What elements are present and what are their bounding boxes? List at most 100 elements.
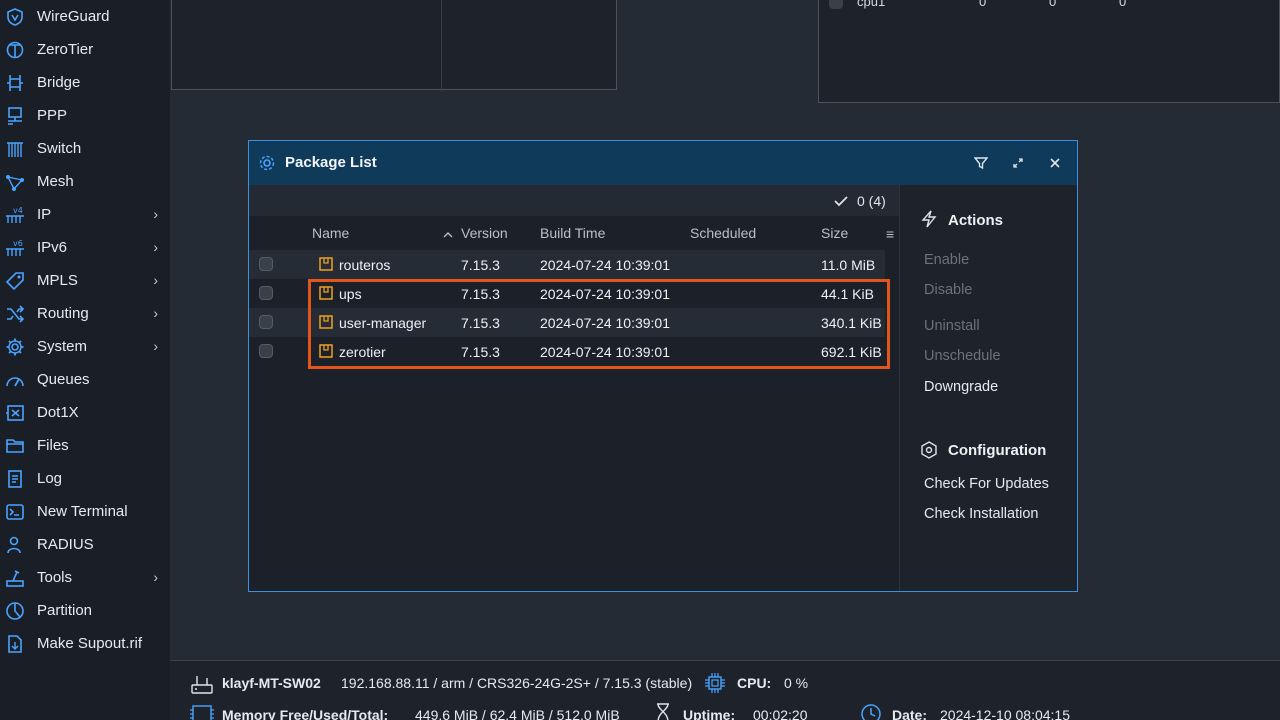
panel-divider [441, 0, 442, 91]
enable-button[interactable]: Enable [924, 252, 969, 268]
dot1x-icon [4, 402, 26, 424]
sidebar-item-files[interactable]: Files [0, 429, 170, 462]
sidebar-item-dot1x[interactable]: Dot1X [0, 396, 170, 429]
sidebar-item-partition[interactable]: Partition [0, 594, 170, 627]
filter-icon[interactable] [971, 153, 991, 173]
sidebar-item-label: Log [37, 470, 63, 487]
sidebar-item-tools[interactable]: Tools › [0, 561, 170, 594]
close-icon[interactable] [1045, 153, 1065, 173]
row-checkbox[interactable] [259, 257, 273, 271]
cpu-label: CPU: [737, 675, 772, 691]
sidebar-item-zerotier[interactable]: ZeroTier [0, 33, 170, 66]
downgrade-button[interactable]: Downgrade [924, 379, 998, 395]
sidebar-item-ppp[interactable]: PPP [0, 99, 170, 132]
sidebar-item-log[interactable]: Log [0, 462, 170, 495]
chevron-right-icon: › [153, 569, 158, 585]
table-row[interactable]: user-manager 7.15.3 2024-07-24 10:39:01 … [249, 308, 885, 337]
sidebar-item-mesh[interactable]: Mesh [0, 165, 170, 198]
dialog-title: Package List [285, 154, 377, 171]
table-row[interactable]: ups 7.15.3 2024-07-24 10:39:01 44.1 KiB [249, 279, 885, 308]
sidebar-item-new-terminal[interactable]: New Terminal [0, 495, 170, 528]
svg-text:v4: v4 [13, 206, 23, 215]
sidebar-item-label: Dot1X [37, 404, 79, 421]
check-icon[interactable] [833, 194, 849, 213]
column-header-name[interactable]: Name [312, 225, 349, 241]
device-info: 192.168.88.11 / arm / CRS326-24G-2S+ / 7… [341, 675, 693, 691]
package-list-dialog: Package List 0 (4) Name Version Build Ti… [248, 140, 1078, 592]
cpu-value-1: 0 [979, 0, 987, 9]
sidebar-item-system[interactable]: System › [0, 330, 170, 363]
routing-icon [4, 303, 26, 325]
table-row[interactable]: routeros 7.15.3 2024-07-24 10:39:01 11.0… [249, 250, 885, 279]
chevron-right-icon: › [153, 338, 158, 354]
uninstall-button[interactable]: Uninstall [924, 318, 980, 334]
lightning-icon [920, 210, 938, 233]
background-panel [171, 0, 617, 91]
column-header-build-time[interactable]: Build Time [540, 225, 605, 241]
sidebar-item-make-supout[interactable]: Make Supout.rif [0, 627, 170, 660]
cpu-value: 0 % [784, 675, 809, 691]
sidebar-item-label: MPLS [37, 272, 78, 289]
hexagon-gear-icon [920, 441, 938, 464]
device-identity: klayf-MT-SW02 [222, 675, 321, 691]
cpu-chip-icon [704, 672, 726, 699]
bridge-icon [4, 72, 26, 94]
selection-count: 0 (4) [857, 193, 886, 209]
row-checkbox[interactable] [829, 0, 843, 9]
memory-icon [190, 704, 214, 720]
gear-icon [257, 153, 277, 178]
sidebar-item-routing[interactable]: Routing › [0, 297, 170, 330]
cpu-value-3: 0 [1119, 0, 1127, 9]
switch-icon [4, 138, 26, 160]
column-header-version[interactable]: Version [461, 225, 508, 241]
sidebar-item-radius[interactable]: RADIUS [0, 528, 170, 561]
package-table-area: 0 (4) Name Version Build Time Scheduled … [249, 185, 899, 591]
sidebar-item-ipv6[interactable]: v6 IPv6 › [0, 231, 170, 264]
package-version: 7.15.3 [461, 344, 500, 360]
router-icon [190, 673, 214, 700]
uptime-label: Uptime: [683, 707, 736, 720]
sidebar-item-label: Queues [37, 371, 90, 388]
package-icon [319, 315, 333, 334]
radius-icon [4, 534, 26, 556]
disable-button[interactable]: Disable [924, 282, 972, 298]
ipv6-icon: v6 [4, 237, 26, 259]
sidebar-item-wireguard[interactable]: WireGuard [0, 0, 170, 33]
package-size: 692.1 KiB [821, 344, 882, 360]
memory-label: Memory Free/Used/Total: [222, 707, 389, 720]
row-checkbox[interactable] [259, 286, 273, 300]
sidebar-item-bridge[interactable]: Bridge [0, 66, 170, 99]
log-icon [4, 468, 26, 490]
configuration-heading: Configuration [948, 442, 1047, 459]
row-checkbox[interactable] [259, 344, 273, 358]
sidebar-item-label: RADIUS [37, 536, 94, 553]
queues-icon [4, 369, 26, 391]
partition-icon [4, 600, 26, 622]
sidebar-item-switch[interactable]: Switch [0, 132, 170, 165]
column-header-scheduled[interactable]: Scheduled [690, 225, 756, 241]
date-label: Date: [892, 707, 928, 720]
table-row[interactable]: zerotier 7.15.3 2024-07-24 10:39:01 692.… [249, 337, 885, 366]
check-for-updates-button[interactable]: Check For Updates [924, 476, 1049, 492]
sidebar-item-label: ZeroTier [37, 41, 94, 58]
sidebar-item-queues[interactable]: Queues [0, 363, 170, 396]
column-header-size[interactable]: Size [821, 225, 848, 241]
sidebar-item-label: Bridge [37, 74, 81, 91]
check-installation-button[interactable]: Check Installation [924, 506, 1038, 522]
sidebar-item-mpls[interactable]: MPLS › [0, 264, 170, 297]
row-checkbox[interactable] [259, 315, 273, 329]
package-version: 7.15.3 [461, 286, 500, 302]
column-menu-icon[interactable]: ≡ [886, 226, 894, 242]
unschedule-button[interactable]: Unschedule [924, 348, 1001, 364]
expand-icon[interactable] [1008, 153, 1028, 173]
sidebar-item-label: Mesh [37, 173, 74, 190]
terminal-icon [4, 501, 26, 523]
cpu-name: cpu1 [857, 0, 886, 9]
package-name: routeros [339, 257, 391, 273]
sidebar-item-label: WireGuard [37, 8, 110, 25]
package-build-time: 2024-07-24 10:39:01 [540, 344, 670, 360]
dialog-header[interactable]: Package List [249, 141, 1077, 185]
sort-ascending-icon[interactable] [443, 227, 453, 245]
sidebar-item-ip[interactable]: v4 IP › [0, 198, 170, 231]
mesh-icon [4, 171, 26, 193]
